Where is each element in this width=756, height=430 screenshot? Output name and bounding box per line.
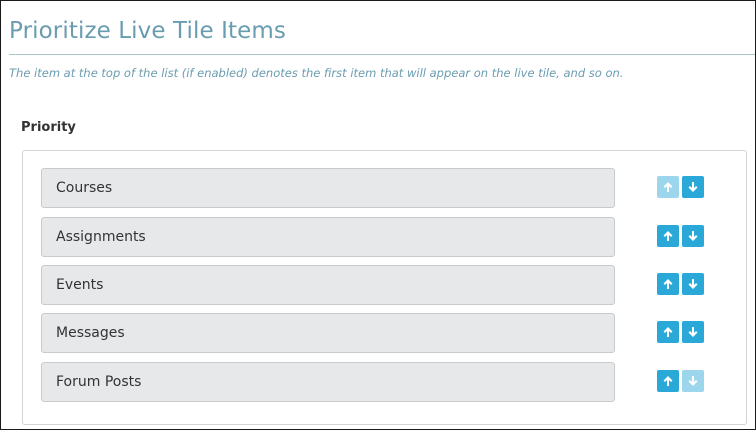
page-description: The item at the top of the list (if enab… [9,66,624,80]
priority-label: Priority [21,120,76,135]
move-up-button[interactable] [657,370,679,392]
move-up-button[interactable] [657,273,679,295]
priority-item-label: Messages [41,313,615,353]
page-frame: Prioritize Live Tile Items The item at t… [0,0,756,430]
arrow-down-icon [688,182,698,192]
move-up-button[interactable] [657,321,679,343]
arrow-up-icon [663,182,673,192]
arrow-up-icon [663,327,673,337]
move-down-button[interactable] [682,273,704,295]
priority-item-events: Events [41,265,727,305]
arrow-down-icon [688,279,698,289]
priority-item-messages: Messages [41,313,727,353]
priority-list: Courses Assignments Events Messages Foru… [22,150,747,425]
arrow-down-icon [688,327,698,337]
priority-item-forum-posts: Forum Posts [41,362,727,402]
move-up-button[interactable] [657,225,679,247]
move-down-button[interactable] [682,321,704,343]
move-down-button[interactable] [682,176,704,198]
priority-item-label: Events [41,265,615,305]
arrow-down-icon [688,231,698,241]
priority-item-courses: Courses [41,168,727,208]
priority-item-assignments: Assignments [41,217,727,257]
move-up-button[interactable] [657,176,679,198]
move-down-button[interactable] [682,370,704,392]
arrow-up-icon [663,376,673,386]
arrow-down-icon [688,376,698,386]
move-down-button[interactable] [682,225,704,247]
priority-item-label: Courses [41,168,615,208]
arrow-up-icon [663,279,673,289]
title-divider [9,54,755,55]
arrow-up-icon [663,231,673,241]
page-title: Prioritize Live Tile Items [9,18,286,44]
priority-item-label: Forum Posts [41,362,615,402]
priority-item-label: Assignments [41,217,615,257]
